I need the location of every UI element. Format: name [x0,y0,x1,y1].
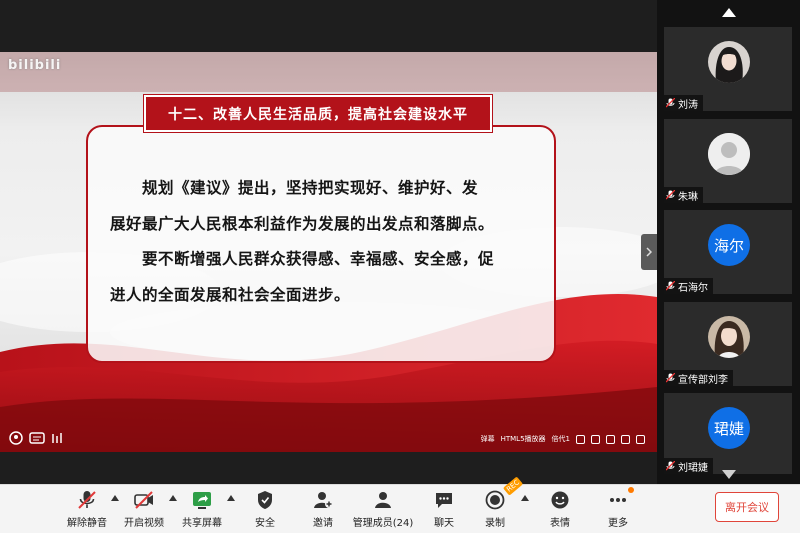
more-label: 更多 [608,518,628,529]
mic-muted-icon [666,98,675,108]
slide-line: 规划《建议》提出，坚持把实现好、维护好、发 [142,178,479,197]
participant-name-tag: 宣传部刘李 [664,370,733,386]
default-user-icon [708,133,750,175]
chat-icon [436,493,452,508]
participants-panel: 刘涛 朱琳 海尔 石海尔 宣传部刘李 珺婕 刘珺婕 [657,0,800,484]
participant-tile[interactable]: 刘涛 [664,27,792,111]
collapse-sidebar-button[interactable] [641,234,657,270]
audio-options-caret-icon[interactable] [111,495,119,501]
unmute-button[interactable]: 解除静音 [66,488,108,532]
shared-screen-area: bilibili 十二、改善人民生活品质，提高社会建设水平 规划《建议》提出，坚… [0,0,657,484]
more-dots-icon [610,498,626,502]
mic-muted-icon [666,281,675,291]
security-label: 安全 [255,518,275,529]
invite-button[interactable]: 邀请 [306,488,340,532]
unmute-label: 解除静音 [67,518,107,529]
danmaku-label[interactable]: 弹幕 [481,434,495,444]
share-screen-button[interactable]: 共享屏幕 [181,488,223,532]
scroll-down-button[interactable] [657,466,800,482]
participant-tile[interactable]: 朱琳 [664,119,792,203]
participant-name-tag: 石海尔 [664,278,713,294]
bilibili-logo: bilibili [8,58,62,73]
participant-tile[interactable]: 海尔 石海尔 [664,210,792,294]
chat-button[interactable]: 聊天 [427,488,461,532]
record-icon [485,490,505,510]
participant-name: 刘涛 [678,99,698,111]
triangle-down-icon [721,469,736,479]
participant-tile[interactable]: 珺婕 刘珺婕 [664,393,792,474]
slide-line: 进人的全面发展和社会全面进步。 [110,284,351,304]
start-video-label: 开启视频 [124,518,164,529]
triangle-up-icon [721,7,736,17]
reactions-button[interactable]: 表情 [543,488,577,532]
danmaku-toggle-icon[interactable] [29,431,45,445]
add-user-icon [314,492,333,508]
participant-name: 宣传部刘李 [678,374,728,386]
chevron-right-icon [646,247,652,257]
slide-title: 十二、改善人民生活品质，提高社会建设水平 [143,94,493,133]
record-options-caret-icon[interactable] [521,495,529,501]
participant-name-tag: 朱琳 [664,187,703,203]
avatar: 海尔 [708,224,750,266]
slide-line: 要不断增强人民群众获得感、幸福感、安全感，促 [142,249,495,268]
player-type-label: HTML5播放器 [500,435,546,443]
player-controls-right: 弹幕 HTML5播放器 倍代1 [481,434,645,444]
more-button[interactable]: 更多 [601,488,635,532]
participant-name: 石海尔 [678,282,708,294]
fullscreen-icon[interactable] [636,434,645,444]
slide-body-text: 规划《建议》提出，坚持把实现好、维护好、发 展好最广大人民根本利益作为发展的出发… [110,170,540,312]
mic-muted-icon [78,491,96,509]
reactions-label: 表情 [550,518,570,529]
smiley-icon [551,491,569,509]
meeting-window: bilibili 十二、改善人民生活品质，提高社会建设水平 规划《建议》提出，坚… [0,0,800,533]
chat-label: 聊天 [434,518,454,529]
danmaku-avatar-icon[interactable] [8,431,24,445]
player-controls-left [8,431,66,445]
avatar: 珺婕 [708,407,750,449]
widescreen-icon[interactable] [606,434,615,444]
participant-tile[interactable]: 宣传部刘李 [664,302,792,386]
shield-icon [258,491,272,509]
slide-line: 展好最广大人民根本利益作为发展的出发点和落脚点。 [110,213,495,233]
notification-dot [628,487,634,493]
video-options-caret-icon[interactable] [169,495,177,501]
camera-off-icon [134,491,153,509]
avatar [708,41,750,83]
pip-icon[interactable] [591,434,600,444]
user-photo-icon [708,41,750,83]
manage-members-label: 管理成员(24) [352,518,414,529]
share-screen-icon [193,492,211,509]
record-button[interactable]: 录制 [478,488,512,532]
leave-meeting-button[interactable]: 离开会议 [715,492,779,522]
user-photo-icon [708,316,750,358]
share-options-caret-icon[interactable] [227,495,235,501]
danmaku-settings-icon[interactable] [50,431,66,445]
record-label: 录制 [485,518,505,529]
invite-label: 邀请 [313,518,333,529]
avatar [708,133,750,175]
participant-name-tag: 刘涛 [664,95,703,111]
mic-muted-icon [666,373,675,383]
mic-muted-icon [666,190,675,200]
loop-icon[interactable] [576,434,585,444]
manage-members-button[interactable]: 管理成员(24) [353,488,413,532]
share-screen-label: 共享屏幕 [182,518,222,529]
speed-label[interactable]: 倍代1 [552,434,570,444]
meeting-toolbar: 解除静音 开启视频 共享屏幕 安全 邀请 管理成员(24) 聊天 录制 表情 更… [0,484,800,533]
security-button[interactable]: 安全 [248,488,282,532]
avatar [708,316,750,358]
scroll-up-button[interactable] [657,4,800,20]
members-icon [375,492,391,508]
webfullscreen-icon[interactable] [621,434,630,444]
participant-name: 朱琳 [678,191,698,203]
shared-slide: bilibili 十二、改善人民生活品质，提高社会建设水平 规划《建议》提出，坚… [0,52,657,452]
start-video-button[interactable]: 开启视频 [123,488,165,532]
